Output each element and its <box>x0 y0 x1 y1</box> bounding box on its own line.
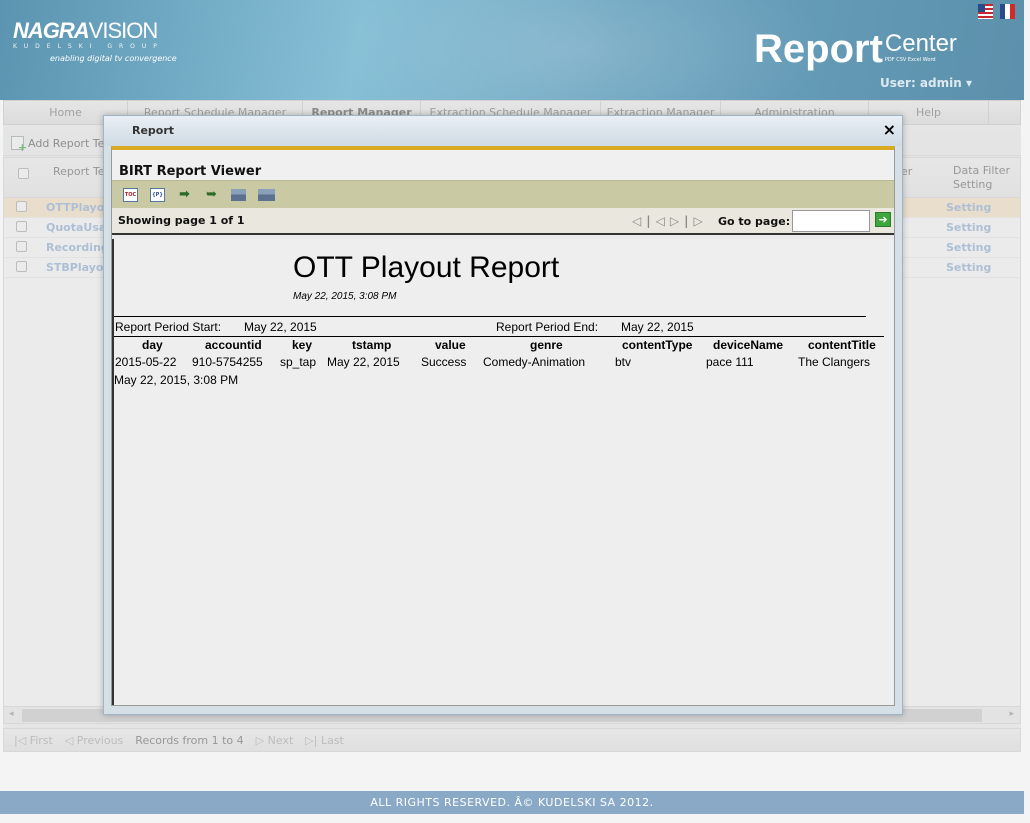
prev-page-icon[interactable]: ◁ <box>656 214 670 228</box>
col-genre: genre <box>530 338 563 352</box>
fr-flag-icon[interactable] <box>1000 4 1015 19</box>
logo-brand-thin: VISION <box>88 18 159 43</box>
us-flag-icon[interactable] <box>978 4 993 19</box>
cell-key: sp_tap <box>280 355 317 369</box>
report-title: OTT Playout Report <box>293 251 560 284</box>
col-contenttitle: contentTitle <box>808 338 876 352</box>
cell-tstamp: May 22, 2015 <box>327 355 400 369</box>
report-modal: Report × BIRT Report Viewer TOC {P} ➡ ➥ … <box>103 115 903 715</box>
report-content: OTT Playout Report May 22, 2015, 3:08 PM… <box>112 239 894 705</box>
col-day: day <box>142 338 163 352</box>
next-page-icon[interactable]: ▷ <box>670 214 684 228</box>
parameters-icon[interactable]: {P} <box>150 187 165 202</box>
page-indicator: Showing page 1 of 1 <box>118 214 245 227</box>
modal-titlebar[interactable]: Report × <box>104 116 902 146</box>
goto-label: Go to page: <box>718 215 791 228</box>
cell-day: 2015-05-22 <box>115 355 177 369</box>
last-page-icon[interactable]: |▷ <box>684 214 708 228</box>
close-icon[interactable]: × <box>883 120 896 139</box>
report-divider <box>114 336 884 337</box>
export-report-icon[interactable]: ➥ <box>204 188 219 202</box>
cell-value: Success <box>421 355 467 369</box>
period-end-value: May 22, 2015 <box>621 320 694 334</box>
product-name-small: Center <box>884 30 957 57</box>
viewer-title: BIRT Report Viewer <box>112 150 894 180</box>
print-icon[interactable] <box>231 188 246 201</box>
cell-contenttitle: The Clangers <box>798 355 871 369</box>
col-key: key <box>292 338 313 352</box>
logo-brand-bold: NAGRA <box>13 18 90 43</box>
page-navigation-bar: Showing page 1 of 1 ◁|◁▷|▷ Go to page: ➜ <box>112 208 894 235</box>
period-end-label: Report Period End: <box>496 320 599 334</box>
birt-report-viewer: BIRT Report Viewer TOC {P} ➡ ➥ Showing p… <box>111 146 895 706</box>
print-server-icon[interactable] <box>258 188 275 201</box>
period-start-value: May 22, 2015 <box>244 320 317 334</box>
report-divider <box>114 316 866 317</box>
user-menu[interactable]: User: admin ▾ <box>880 76 972 90</box>
col-tstamp: tstamp <box>352 338 392 352</box>
first-page-icon[interactable]: ◁| <box>632 214 656 228</box>
export-data-icon[interactable]: ➡ <box>177 188 192 202</box>
language-switcher <box>978 4 1015 19</box>
cell-devicename: pace 111 <box>706 355 754 369</box>
page-arrows: ◁|◁▷|▷ <box>632 214 708 228</box>
viewer-toolbar: TOC {P} ➡ ➥ <box>112 180 894 208</box>
report-center-logo: Report Center PDF CSV Excel Word <box>754 28 957 70</box>
toc-icon[interactable]: TOC <box>123 187 138 202</box>
col-accountid: accountid <box>205 338 262 352</box>
app-header: NAGRAVISION KUDELSKI GROUP enabling digi… <box>0 0 1024 100</box>
col-contenttype: contentType <box>622 338 693 352</box>
goto-page-input[interactable] <box>792 210 870 232</box>
logo-tagline: enabling digital tv convergence <box>50 54 177 63</box>
report-footer-date: May 22, 2015, 3:08 PM <box>114 373 239 387</box>
cell-accountid: 910-5754255 <box>192 355 263 369</box>
product-name-big: Report <box>754 27 883 71</box>
report-generated-date: May 22, 2015, 3:08 PM <box>293 291 397 302</box>
period-start-label: Report Period Start: <box>115 320 222 334</box>
modal-title: Report <box>132 124 175 137</box>
cell-contenttype: btv <box>615 355 632 369</box>
product-formats: PDF CSV Excel Word <box>884 57 936 63</box>
col-value: value <box>435 338 466 352</box>
go-arrow-icon[interactable]: ➜ <box>875 212 891 227</box>
page-footer: ALL RIGHTS RESERVED. Â© KUDELSKI SA 2012… <box>0 791 1024 814</box>
logo-group: KUDELSKI GROUP <box>13 43 164 50</box>
col-devicename: deviceName <box>713 338 784 352</box>
cell-genre: Comedy-Animation <box>483 355 586 369</box>
nagravision-logo: NAGRAVISION KUDELSKI GROUP enabling digi… <box>13 18 177 64</box>
